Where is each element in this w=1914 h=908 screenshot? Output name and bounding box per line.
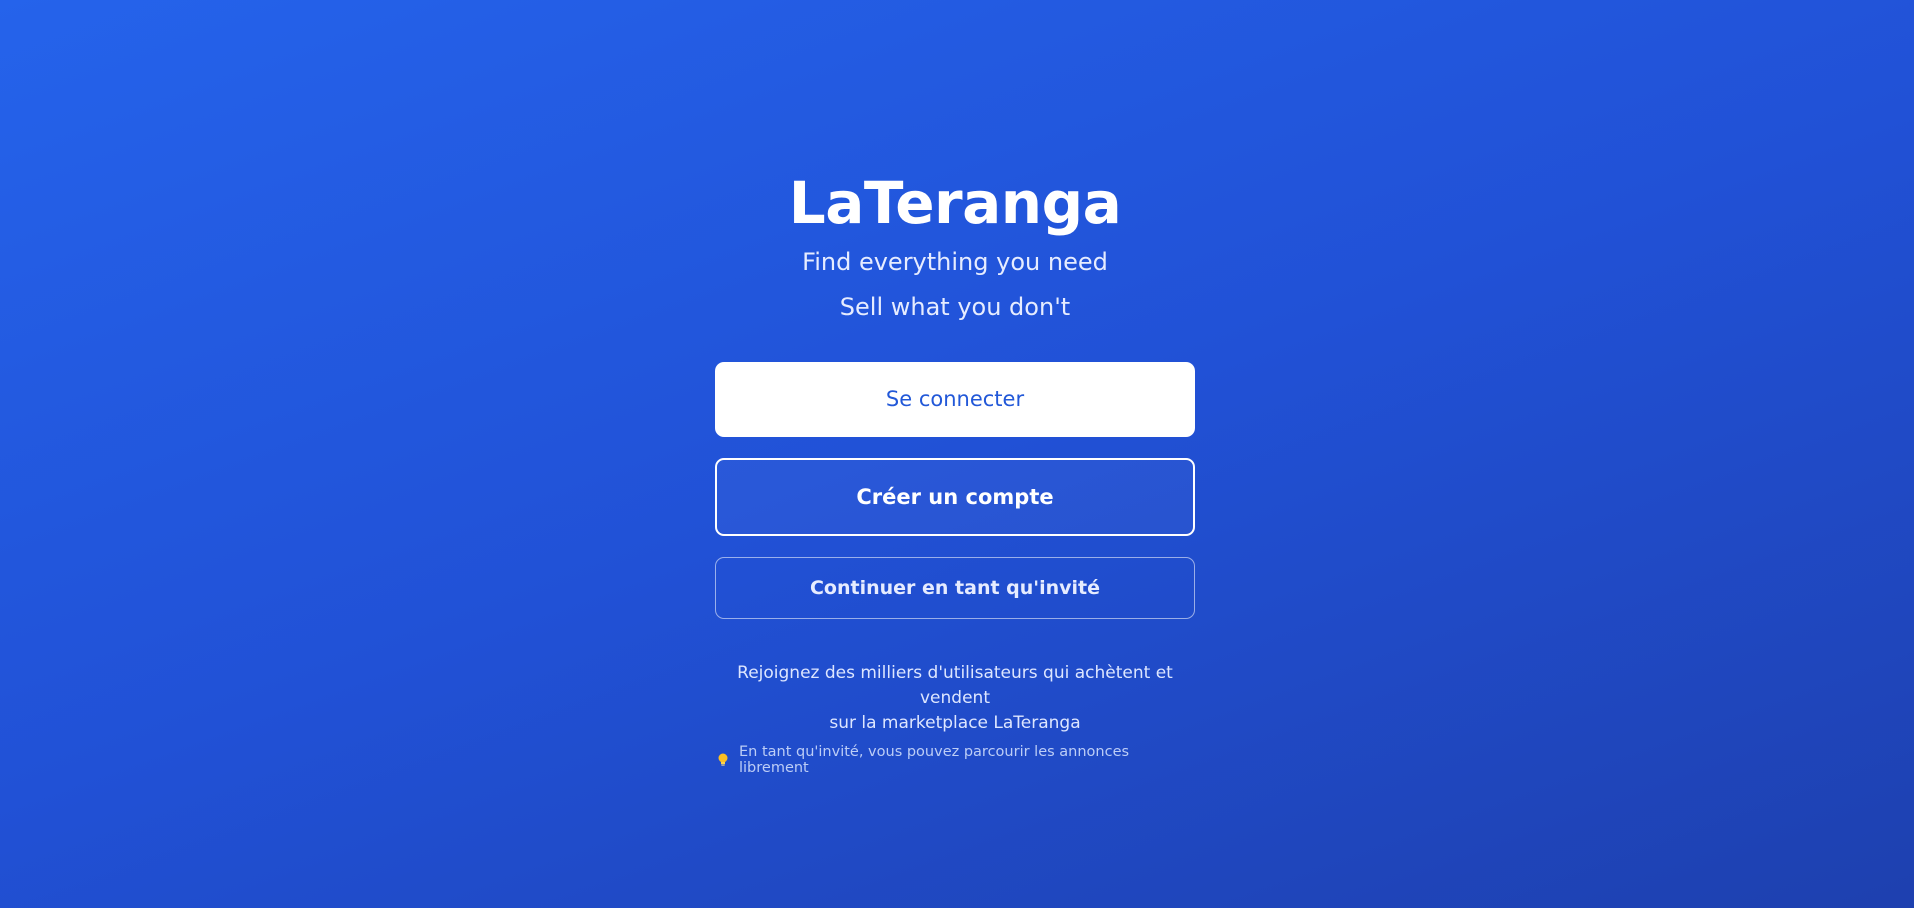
- info-text-line-2: sur la marketplace LaTeranga: [829, 712, 1081, 733]
- continue-as-guest-button-label: Continuer en tant qu'invité: [809, 576, 1101, 599]
- login-button-label: Se connecter: [885, 387, 1025, 412]
- info-text-line-1: Rejoignez des milliers d'utilisateurs qu…: [737, 662, 1173, 708]
- welcome-panel: LaTeranga Find everything you need Sell …: [715, 160, 1195, 776]
- guest-hint-text: En tant qu'invité, vous pouvez parcourir…: [739, 743, 1130, 776]
- tagline-line-1: Find everything you need: [802, 248, 1108, 276]
- info-text: Rejoignez des milliers d'utilisateurs qu…: [715, 661, 1195, 736]
- app-title: LaTeranga: [788, 169, 1122, 237]
- guest-hint: En tant qu'invité, vous pouvez parcourir…: [715, 744, 1195, 776]
- login-button[interactable]: Se connecter: [715, 361, 1195, 437]
- tagline-line-2: Sell what you don't: [839, 292, 1071, 321]
- create-account-button[interactable]: Créer un compte: [715, 457, 1195, 536]
- lightbulb-icon: [715, 752, 731, 768]
- continue-as-guest-button[interactable]: Continuer en tant qu'invité: [715, 556, 1195, 619]
- create-account-button-label: Créer un compte: [856, 484, 1054, 509]
